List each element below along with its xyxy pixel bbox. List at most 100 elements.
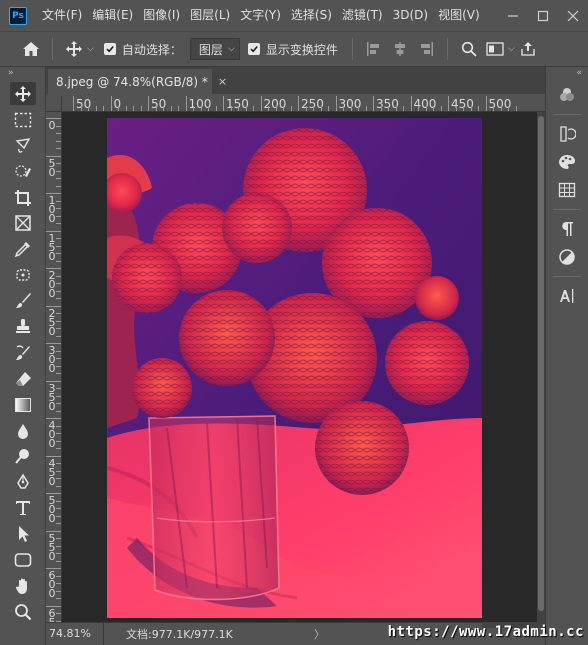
hand-tool[interactable]	[0, 573, 46, 599]
ruler-minor-tick	[56, 185, 61, 187]
zoom-level-field[interactable]: 74.81%	[46, 622, 104, 645]
frame-tool[interactable]	[0, 210, 46, 236]
shape-tool[interactable]	[0, 547, 46, 573]
paragraph-panel-button[interactable]	[546, 215, 588, 243]
ruler-minor-tick	[418, 106, 419, 111]
auto-select-target-dropdown[interactable]: 图层 ⌵	[189, 38, 240, 60]
align-center-button[interactable]	[387, 36, 413, 62]
blur-tool[interactable]	[0, 418, 46, 444]
move-tool-preset[interactable]	[61, 36, 87, 62]
canvas-area[interactable]	[62, 112, 545, 622]
palette-icon	[559, 155, 575, 169]
color-panel-button[interactable]	[546, 81, 588, 109]
history-icon	[560, 126, 576, 142]
eraser-icon	[16, 371, 31, 386]
chevron-down-icon[interactable]: ⌵	[508, 44, 515, 54]
menu-layer[interactable]: 图层(L)	[185, 0, 235, 31]
eyedropper-tool[interactable]	[0, 236, 46, 262]
ruler-minor-tick	[80, 106, 82, 111]
ruler-minor-tick	[56, 245, 61, 247]
panel-dock: «	[545, 67, 588, 645]
history-panel-button[interactable]	[546, 120, 588, 148]
collapse-toolbar-icon[interactable]: »	[0, 67, 45, 81]
ruler-minor-tick	[365, 106, 367, 111]
quick-select-tool[interactable]	[0, 159, 46, 185]
ruler-minor-tick	[56, 425, 61, 427]
align-left-button[interactable]	[361, 36, 387, 62]
ruler-minor-tick	[508, 106, 509, 111]
swatches-panel-button[interactable]	[546, 176, 588, 204]
ruler-minor-tick	[56, 365, 61, 367]
zoom-icon	[15, 603, 32, 621]
ruler-minor-tick	[500, 106, 502, 111]
move-tool[interactable]	[0, 81, 46, 107]
vertical-scrollbar[interactable]	[537, 112, 545, 622]
workspace-button[interactable]	[482, 36, 508, 62]
menu-3d[interactable]: 3D(D)	[388, 0, 433, 31]
marquee-tool[interactable]	[0, 107, 46, 133]
chevron-down-icon: ⌵	[228, 44, 235, 54]
history-brush-tool[interactable]	[0, 340, 46, 366]
ruler-minor-tick	[56, 583, 61, 584]
ruler-minor-tick	[56, 200, 61, 202]
lasso-tool[interactable]	[0, 133, 46, 159]
tools-panel: »	[0, 67, 46, 645]
stamp-tool[interactable]	[0, 314, 46, 340]
minimize-button[interactable]	[498, 0, 528, 31]
healing-tool[interactable]	[0, 262, 46, 288]
menu-view[interactable]: 视图(V)	[433, 0, 485, 31]
crop-tool[interactable]	[0, 185, 46, 211]
close-tab-icon[interactable]: ×	[218, 75, 227, 88]
path-select-tool[interactable]	[0, 521, 46, 547]
menu-type[interactable]: 文字(Y)	[235, 0, 286, 31]
type-tool[interactable]	[0, 495, 46, 521]
status-menu-arrow[interactable]: 〉	[314, 626, 325, 642]
pen-tool[interactable]	[0, 469, 46, 495]
styles-panel-button[interactable]	[546, 243, 588, 271]
gradient-tool[interactable]	[0, 392, 46, 418]
vertical-ruler[interactable]: 05 01 0 01 5 02 0 02 5 03 0 03 5 04 0 04…	[46, 112, 62, 622]
eraser-tool[interactable]	[0, 366, 46, 392]
expand-panels-icon[interactable]: «	[546, 67, 588, 81]
menu-edit[interactable]: 编辑(E)	[87, 0, 138, 31]
search-button[interactable]	[456, 36, 482, 62]
chevron-down-icon[interactable]: ⌵	[87, 44, 94, 54]
document-tab[interactable]: 8.jpeg @ 74.8%(RGB/8) * ×	[48, 69, 227, 94]
ruler-minor-tick	[56, 335, 61, 337]
align-left-icon	[366, 42, 379, 56]
ruler-minor-tick	[56, 275, 61, 277]
ruler-tick	[335, 96, 337, 111]
menu-select[interactable]: 选择(S)	[286, 0, 337, 31]
brush-tool[interactable]	[0, 288, 46, 314]
character-panel-button[interactable]	[546, 282, 588, 310]
share-button[interactable]	[515, 36, 541, 62]
half-circle-icon	[559, 249, 575, 265]
ruler-origin[interactable]	[46, 96, 62, 112]
home-button[interactable]	[18, 36, 44, 62]
ruler-minor-tick	[56, 253, 61, 254]
ruler-minor-tick	[320, 106, 322, 111]
ruler-minor-tick	[350, 106, 352, 111]
ruler-minor-tick	[56, 163, 61, 164]
menu-filter[interactable]: 滤镜(T)	[337, 0, 388, 31]
zoom-tool[interactable]	[0, 599, 46, 625]
ruler-minor-tick	[56, 170, 61, 172]
horizontal-ruler[interactable]: 50 0 50 100 150 200 250 300 350 400 450 500	[62, 96, 545, 112]
dodge-tool[interactable]	[0, 443, 46, 469]
ruler-minor-tick	[343, 106, 344, 111]
show-transform-checkbox[interactable]	[247, 43, 260, 55]
scrollbar-thumb[interactable]	[538, 116, 544, 611]
home-icon	[23, 42, 39, 56]
menu-image[interactable]: 图像(I)	[138, 0, 185, 31]
adjustments-panel-button[interactable]	[546, 148, 588, 176]
ruler-minor-tick	[56, 395, 61, 397]
close-button[interactable]	[558, 0, 588, 31]
menu-file[interactable]: 文件(F)	[37, 0, 87, 31]
ruler-minor-tick	[56, 538, 61, 539]
align-right-button[interactable]	[413, 36, 439, 62]
ruler-minor-tick	[238, 106, 239, 111]
ruler-minor-tick	[56, 313, 61, 314]
maximize-button[interactable]	[528, 0, 558, 31]
rect-marquee-icon	[14, 112, 32, 128]
auto-select-checkbox[interactable]	[103, 43, 116, 55]
